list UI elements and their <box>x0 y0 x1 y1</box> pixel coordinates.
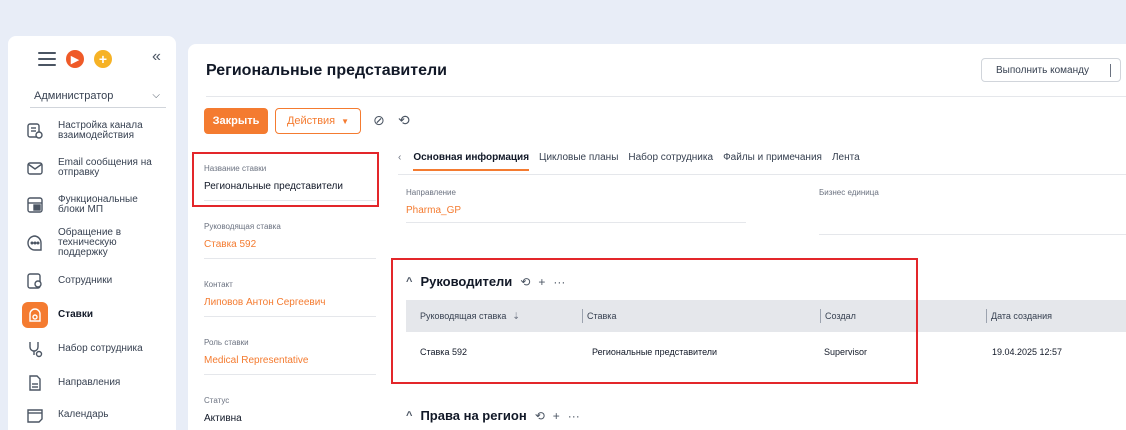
rates-icon <box>22 302 48 328</box>
sidebar-item-label: Email сообщения на отправку <box>58 157 152 178</box>
caret-up-icon[interactable]: ^ <box>406 410 412 422</box>
channel-settings-icon <box>22 118 48 144</box>
field-business-unit: Бизнес единица <box>819 188 1126 235</box>
role-label: Администратор <box>34 89 114 102</box>
sidebar-item-employees[interactable]: Сотрудники <box>22 268 154 294</box>
sidebar-item-label: Направления <box>58 377 121 388</box>
cell-created-at: 19.04.2025 12:57 <box>992 347 1063 357</box>
play-icon[interactable]: ▶ <box>66 50 84 68</box>
refresh-icon[interactable]: ⟲ <box>535 409 545 423</box>
command-input[interactable]: Выполнить команду <box>981 58 1121 82</box>
close-button[interactable]: Закрыть <box>204 108 268 134</box>
calendar-icon <box>22 402 48 428</box>
field-value-link[interactable]: Липовов Антон Сергеевич <box>204 297 376 317</box>
sidebar-item-label: Набор сотрудника <box>58 343 143 354</box>
role-selector[interactable]: Администратор ⌵ <box>30 84 166 108</box>
tabs-divider <box>398 174 1126 175</box>
chevron-left-icon[interactable]: ‹ <box>398 152 401 163</box>
email-icon <box>22 155 48 181</box>
field-label: Бизнес единица <box>819 188 879 197</box>
header-divider <box>206 96 1126 97</box>
command-divider <box>1110 64 1111 77</box>
top-bar <box>0 0 1126 36</box>
field-contact: Контакт Липовов Антон Сергеевич <box>204 280 376 317</box>
field-rate-role: Роль ставки Medical Representative <box>204 338 376 375</box>
tab-bar: ‹ Основная информация Цикловые планы Наб… <box>398 152 870 176</box>
sidebar-item-directions[interactable]: Направления <box>22 370 154 396</box>
blocks-icon <box>22 192 48 218</box>
highlight-box-rate-name <box>192 152 379 207</box>
column-divider <box>986 309 987 323</box>
column-label: Дата создания <box>991 311 1052 321</box>
actions-dropdown[interactable]: Действия ▼ <box>275 108 361 134</box>
collapse-sidebar-icon[interactable]: « <box>152 48 161 66</box>
section-title: Права на регион <box>420 408 527 423</box>
field-value-link[interactable]: Ставка 592 <box>204 239 376 259</box>
caret-down-icon: ▼ <box>341 116 350 126</box>
refresh-icon[interactable]: ⟲ <box>398 112 410 129</box>
employees-icon <box>22 268 48 294</box>
field-status: Статус Активна <box>204 396 376 430</box>
sidebar-item-label: Обращение в техническую поддержку <box>58 227 122 258</box>
field-label: Руководящая ставка <box>204 222 281 231</box>
hiring-icon <box>22 336 48 362</box>
field-label: Контакт <box>204 280 233 289</box>
support-chat-icon <box>22 230 48 256</box>
column-header-created-at[interactable]: Дата создания <box>986 300 1052 332</box>
field-value-link[interactable]: Medical Representative <box>204 355 376 375</box>
directions-icon <box>22 370 48 396</box>
page-title: Региональные представители <box>206 62 447 79</box>
add-icon[interactable]: + <box>94 50 112 68</box>
tab-hiring[interactable]: Набор сотрудника <box>628 152 713 169</box>
chevron-down-icon: ⌵ <box>152 90 160 101</box>
sidebar-item-channel-settings[interactable]: Настройка канала взаимодействия <box>22 118 154 144</box>
tab-main-info[interactable]: Основная информация <box>413 152 530 171</box>
tag-icon[interactable]: ⊘ <box>373 112 385 129</box>
field-label: Роль ставки <box>204 338 249 347</box>
actions-label: Действия <box>286 115 336 127</box>
sidebar-item-label: Функциональные блоки МП <box>58 194 138 215</box>
field-value[interactable]: Активна <box>204 413 376 430</box>
more-icon[interactable]: ··· <box>568 409 580 423</box>
section-region-rights-header: ^ Права на регион ⟲ + ··· <box>406 408 580 423</box>
sidebar-item-label: Сотрудники <box>58 275 113 286</box>
field-label: Статус <box>204 396 230 405</box>
sidebar-item-label: Ставки <box>58 309 93 320</box>
highlight-box-managers <box>391 258 918 384</box>
sidebar-item-support[interactable]: Обращение в техническую поддержку <box>22 228 154 258</box>
menu-icon[interactable] <box>38 52 56 66</box>
field-label: Направление <box>406 188 456 197</box>
field-direction: Направление Pharma_GP <box>406 188 746 223</box>
sidebar-item-calendar[interactable]: Календарь <box>22 402 154 428</box>
sidebar: ▶ + « Администратор ⌵ Настройка канала в… <box>8 36 176 430</box>
sidebar-item-rates[interactable]: Ставки <box>22 302 154 328</box>
sidebar-item-label: Календарь <box>58 409 109 420</box>
field-value[interactable] <box>819 205 1126 235</box>
tab-feed[interactable]: Лента <box>832 152 860 169</box>
sidebar-header: ▶ + <box>38 50 112 68</box>
add-icon[interactable]: + <box>553 409 560 423</box>
tab-cycle-plans[interactable]: Цикловые планы <box>539 152 618 169</box>
field-lead-rate: Руководящая ставка Ставка 592 <box>204 222 376 259</box>
sidebar-item-email[interactable]: Email сообщения на отправку <box>22 155 154 181</box>
field-value-link[interactable]: Pharma_GP <box>406 205 746 223</box>
sidebar-item-label: Настройка канала взаимодействия <box>58 120 143 141</box>
command-placeholder: Выполнить команду <box>996 65 1089 76</box>
sidebar-item-blocks[interactable]: Функциональные блоки МП <box>22 192 154 218</box>
sidebar-item-hiring[interactable]: Набор сотрудника <box>22 336 154 362</box>
tab-files-notes[interactable]: Файлы и примечания <box>723 152 822 169</box>
main-panel: Региональные представители Выполнить ком… <box>188 44 1126 430</box>
